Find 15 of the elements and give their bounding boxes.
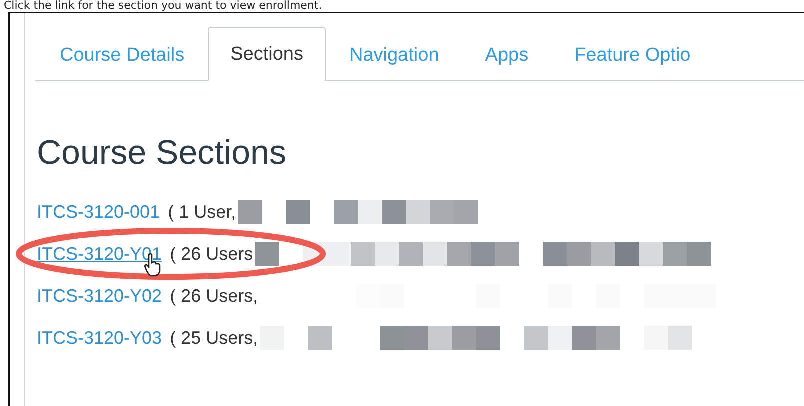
section-link[interactable]: ITCS-3120-Y01	[37, 244, 162, 264]
tab[interactable]: Course Details	[37, 29, 208, 81]
tab[interactable]: Feature Optio	[552, 29, 714, 81]
tab[interactable]: Sections	[208, 27, 326, 81]
user-count: ( 25 Users,	[170, 328, 258, 348]
page-heading: Course Sections	[37, 133, 288, 173]
tab[interactable]: Navigation	[326, 29, 462, 81]
section-link[interactable]: ITCS-3120-001	[37, 202, 160, 222]
user-count: ( 26 Users	[170, 244, 254, 264]
user-count: ( 26 Users,	[170, 286, 258, 306]
tab[interactable]: Apps	[462, 29, 552, 81]
user-count: ( 1 User,	[168, 202, 236, 222]
section-link[interactable]: ITCS-3120-Y03	[37, 328, 162, 348]
section-link[interactable]: ITCS-3120-Y02	[37, 286, 162, 306]
instruction-text: Click the link for the section you want to view enrollment.	[3, 0, 324, 12]
